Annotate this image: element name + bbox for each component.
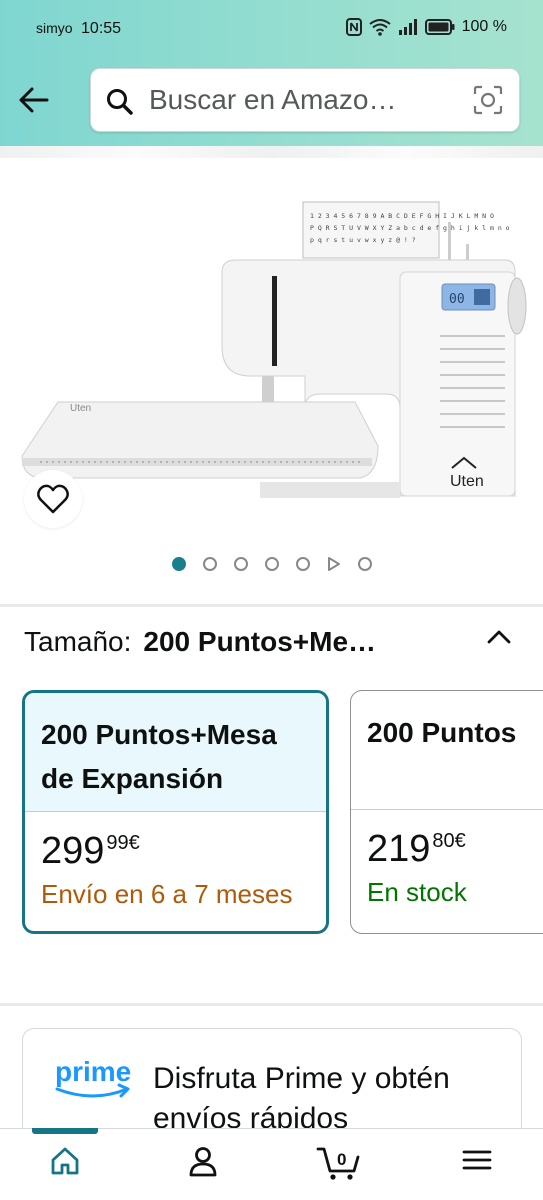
camera-icon[interactable] xyxy=(473,85,503,115)
option-shipping: Envío en 6 a 7 meses xyxy=(41,879,293,909)
prime-promo-text: Disfruta Prime y obtén envíos rápidos xyxy=(153,1062,450,1135)
option-title: 200 Puntos+Mesa de Expansión xyxy=(25,693,326,811)
size-label: Tamaño: 200 Puntos+Me… xyxy=(24,626,376,657)
size-label-text: Tamaño: xyxy=(24,626,132,657)
carrier-name: simyo xyxy=(36,20,73,36)
table-brand: Uten xyxy=(70,403,91,414)
nfc-icon xyxy=(345,18,362,36)
carousel-dot[interactable] xyxy=(295,557,310,571)
heart-icon xyxy=(37,484,69,514)
price-fraction: 99 xyxy=(106,832,129,854)
prime-logo-text: prime xyxy=(55,1056,131,1087)
size-option-card-selected[interactable]: 200 Puntos+Mesa de Expansión 299 99€ Enví… xyxy=(22,690,329,934)
bottom-nav: 0 xyxy=(0,1128,543,1200)
carousel-dot[interactable] xyxy=(264,557,279,571)
nav-account[interactable] xyxy=(178,1145,228,1189)
size-selected-value: 200 Puntos+Me… xyxy=(143,626,377,657)
signal-icon xyxy=(398,19,417,35)
menu-icon xyxy=(462,1150,492,1170)
chevron-up-icon[interactable] xyxy=(486,628,512,646)
back-button[interactable] xyxy=(16,82,52,118)
wishlist-button[interactable] xyxy=(24,470,82,528)
price-currency: € xyxy=(454,830,466,852)
nav-cart[interactable]: 0 xyxy=(314,1145,364,1189)
section-divider xyxy=(0,604,543,607)
option-shipping: En stock xyxy=(367,877,467,907)
cart-icon: 0 xyxy=(316,1147,360,1180)
price-whole: 219 xyxy=(367,828,431,870)
option-price: 219 80€ xyxy=(351,810,543,871)
carousel-dots xyxy=(0,556,543,572)
cart-count: 0 xyxy=(337,1150,346,1169)
video-play-icon[interactable] xyxy=(327,556,341,572)
price-whole: 299 xyxy=(41,830,105,872)
account-icon xyxy=(189,1147,217,1177)
search-icon xyxy=(107,89,133,115)
option-title: 200 Puntos xyxy=(367,717,517,748)
section-divider xyxy=(0,1003,543,1006)
strip-line-2: P Q R S T U V W X Y Z a b c d e f g h i … xyxy=(310,224,510,232)
wifi-icon xyxy=(369,19,391,36)
carousel-dot[interactable] xyxy=(171,557,186,571)
battery-level: 100 % xyxy=(461,18,507,35)
size-selector-header[interactable]: Tamaño: 200 Puntos+Me… xyxy=(24,626,524,670)
carousel-dot[interactable] xyxy=(357,557,372,571)
search-placeholder: Buscar en Amazo… xyxy=(149,84,397,115)
price-currency: € xyxy=(128,832,140,854)
product-image-carousel[interactable]: 1 2 3 4 5 6 7 8 9 A B C D E F G H I J K … xyxy=(0,146,543,606)
lcd-readout: 00 xyxy=(449,292,465,307)
search-bar[interactable]: Buscar en Amazo… xyxy=(90,68,520,132)
size-option-card[interactable]: 200 Puntos 219 80€ En stock xyxy=(350,690,543,934)
sewing-machine-image: 1 2 3 4 5 6 7 8 9 A B C D E F G H I J K … xyxy=(21,201,527,498)
back-arrow-icon xyxy=(19,87,49,113)
status-left: simyo 10:55 xyxy=(36,20,121,38)
price-fraction: 80 xyxy=(432,830,455,852)
clock: 10:55 xyxy=(81,20,122,37)
option-price: 299 99€ xyxy=(25,812,326,873)
nav-menu[interactable] xyxy=(452,1145,502,1189)
carousel-dot[interactable] xyxy=(202,557,217,571)
status-bar: simyo 10:55 100 % xyxy=(0,0,543,60)
home-icon xyxy=(51,1147,79,1175)
app-header: Buscar en Amazo… xyxy=(0,60,543,146)
carousel-dot[interactable] xyxy=(233,557,248,571)
prime-logo-icon: prime xyxy=(55,1056,131,1098)
machine-brand: Uten xyxy=(450,473,484,490)
active-tab-indicator xyxy=(32,1128,98,1134)
battery-icon xyxy=(424,19,455,35)
status-right: 100 % xyxy=(345,18,507,36)
strip-line-1: 1 2 3 4 5 6 7 8 9 A B C D E F G H I J K … xyxy=(310,212,494,220)
strip-line-3: p q r s t u v w x y z @ ! ? xyxy=(310,236,416,244)
nav-home[interactable] xyxy=(40,1145,90,1189)
